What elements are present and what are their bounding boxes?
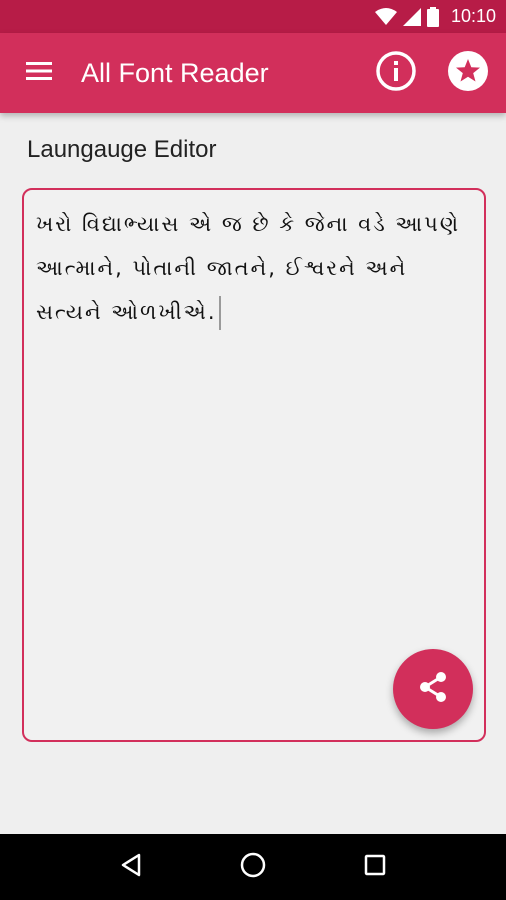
editor-label: Laungauge Editor <box>27 136 217 163</box>
menu-icon <box>25 60 53 87</box>
home-button[interactable] <box>223 837 283 897</box>
recents-icon <box>363 853 387 882</box>
wifi-icon <box>374 7 397 26</box>
back-button[interactable] <box>101 837 161 897</box>
navigation-bar <box>0 834 506 900</box>
editor-content[interactable]: ખરો વિદ્યાભ્યાસ એ જ છે કે જેના વડે આપણે … <box>36 202 472 334</box>
text-cursor <box>218 296 221 330</box>
info-icon <box>375 50 417 97</box>
back-icon <box>118 852 144 883</box>
menu-button[interactable] <box>11 45 67 101</box>
rate-button[interactable] <box>440 45 496 101</box>
share-button[interactable] <box>393 649 473 729</box>
signal-icon <box>402 7 421 26</box>
home-icon <box>239 851 267 884</box>
battery-icon <box>426 6 439 27</box>
status-time: 10:10 <box>450 6 496 26</box>
info-button[interactable] <box>368 45 424 101</box>
app-bar: All Font Reader <box>0 33 506 113</box>
share-icon <box>415 669 451 710</box>
status-bar: 10:10 <box>0 0 506 33</box>
recents-button[interactable] <box>345 837 405 897</box>
star-icon <box>447 50 489 97</box>
app-title: All Font Reader <box>81 57 269 88</box>
editor-text: ખરો વિદ્યાભ્યાસ એ જ છે કે જેના વડે આપણે … <box>36 212 461 324</box>
